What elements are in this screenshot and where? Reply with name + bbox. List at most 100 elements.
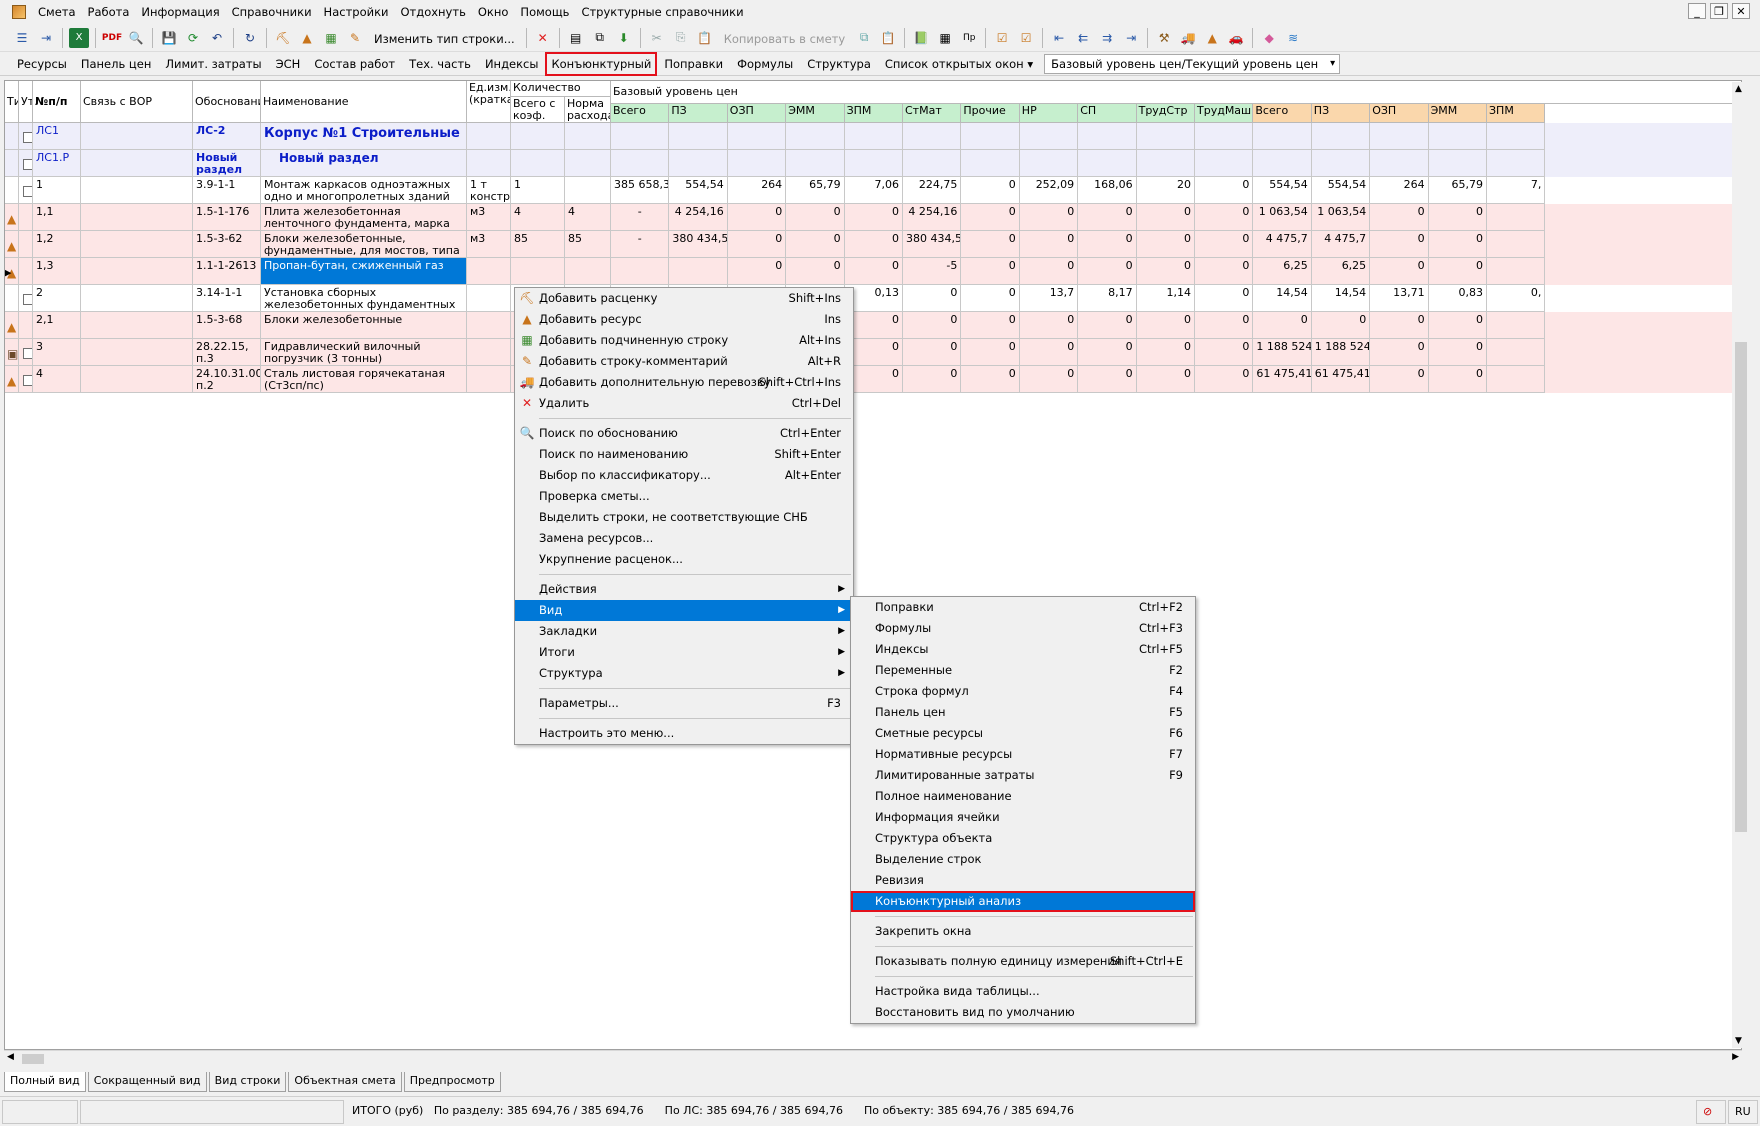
price-cell[interactable] — [1487, 366, 1546, 393]
norm-cell[interactable] — [565, 150, 611, 177]
redo-icon[interactable]: ↻ — [240, 28, 260, 48]
row-check-cell[interactable] — [19, 366, 33, 393]
norm-cell[interactable]: 85 — [565, 231, 611, 258]
row-check-cell[interactable] — [19, 150, 33, 177]
price-cell[interactable] — [1078, 150, 1137, 177]
menu-item[interactable]: Выделить строки, не соответствующие СНБ — [515, 507, 853, 528]
row-checkbox[interactable] — [23, 132, 32, 143]
minimize-icon[interactable]: _ — [1688, 3, 1706, 19]
price-cell[interactable]: 0 — [1078, 339, 1137, 366]
vor-link-cell[interactable] — [81, 312, 193, 339]
price-cell[interactable] — [1136, 123, 1195, 150]
price-cell[interactable]: 0 — [786, 231, 845, 258]
price-cell[interactable]: 0 — [961, 204, 1020, 231]
price-cell[interactable]: 0 — [1428, 258, 1487, 285]
table-icon[interactable]: ▦ — [935, 28, 955, 48]
price-cell[interactable]: 1 188 524,59 — [1311, 339, 1371, 366]
refresh-icon[interactable]: ⟳ — [183, 28, 203, 48]
row-number[interactable]: 1,2 — [33, 231, 81, 258]
row-checkbox[interactable] — [23, 294, 32, 305]
row-number[interactable]: ЛС1 — [33, 123, 81, 150]
menu-item[interactable]: Укрупнение расценок... — [515, 549, 853, 570]
price-cell[interactable] — [1428, 123, 1487, 150]
price-cell[interactable]: 0 — [1195, 339, 1254, 366]
vor-link-cell[interactable] — [81, 123, 193, 150]
menu-item[interactable]: Переменные F2 — [851, 660, 1195, 681]
change-row-type-button[interactable]: Изменить тип строки... — [367, 27, 522, 49]
price-cell[interactable]: 0 — [786, 258, 845, 285]
price-cell[interactable]: 0 — [1136, 312, 1195, 339]
row-type-cell[interactable]: ▲ — [5, 366, 19, 393]
menu-item[interactable]: Структура объекта — [851, 828, 1195, 849]
basis-cell[interactable]: 3.14-1-1 — [193, 285, 261, 312]
scroll-right-icon[interactable]: ▶ — [1732, 1052, 1739, 1062]
name-cell[interactable]: Пропан-бутан, сжиженный газ — [261, 258, 467, 285]
price-cell[interactable]: 14,54 — [1253, 285, 1312, 312]
copy-rows-icon[interactable]: ⧉ — [590, 28, 610, 48]
menu-item[interactable]: Закрепить окна — [851, 921, 1195, 942]
price-cell[interactable]: 0 — [961, 258, 1020, 285]
table-row[interactable]: ▲▶ 1,3 1.1-1-2613Пропан-бутан, сжиженный г… — [5, 258, 1741, 285]
price-cell[interactable]: 0 — [786, 204, 845, 231]
price-cell[interactable]: 0 — [1078, 204, 1137, 231]
price-cell[interactable]: 0 — [961, 312, 1020, 339]
price-column-header[interactable]: Прочие — [961, 104, 1020, 123]
menu-item[interactable]: Индексы Ctrl+F5 — [851, 639, 1195, 660]
price-column-header[interactable]: ЗПМ — [844, 104, 903, 123]
panel-button[interactable]: Поправки — [657, 52, 730, 76]
price-cell[interactable] — [1487, 258, 1546, 285]
panel-button[interactable]: Состав работ — [307, 52, 402, 76]
move-down-icon[interactable]: ⬇ — [614, 28, 634, 48]
norm-cell[interactable] — [565, 258, 611, 285]
save-icon[interactable]: 💾 — [159, 28, 179, 48]
price-cell[interactable]: 1 063,54 — [1253, 204, 1312, 231]
price-cell[interactable] — [1487, 231, 1546, 258]
price-cell[interactable]: 14,54 — [1311, 285, 1371, 312]
row-check-cell[interactable] — [19, 312, 33, 339]
price-cell[interactable]: 0 — [961, 231, 1020, 258]
price-cell[interactable]: 0 — [1078, 258, 1137, 285]
column-header[interactable]: №п/п — [33, 81, 81, 123]
price-cell[interactable]: 0 — [1428, 366, 1487, 393]
price-cell[interactable]: 0 — [1136, 366, 1195, 393]
table-row[interactable]: ▲ 1,1 1.5-1-176 Плита железобетонная ленточ… — [5, 204, 1741, 231]
price-column-header[interactable]: ПЗ — [1311, 104, 1371, 123]
add-resource-icon[interactable]: ▲ — [297, 28, 317, 48]
price-cell[interactable]: 0 — [1195, 312, 1254, 339]
column-header[interactable]: Обоснование — [193, 81, 261, 123]
price-cell[interactable]: 0 — [1370, 339, 1429, 366]
price-cell[interactable]: 0 — [844, 231, 903, 258]
price-cell[interactable]: 4 254,16 — [903, 204, 962, 231]
price-cell[interactable] — [1311, 123, 1371, 150]
row-check-cell[interactable] — [19, 177, 33, 204]
column-header[interactable]: Ед.изм. (краткая) — [467, 81, 511, 123]
price-cell[interactable]: 0 — [844, 204, 903, 231]
restore-icon[interactable]: ❐ — [1710, 3, 1728, 19]
price-column-header[interactable]: НР — [1019, 104, 1079, 123]
vor-link-cell[interactable] — [81, 177, 193, 204]
menu-item[interactable]: Информация ячейки — [851, 807, 1195, 828]
price-cell[interactable] — [611, 258, 670, 285]
price-cell[interactable]: 0 — [1195, 285, 1254, 312]
row-checkbox[interactable] — [23, 186, 32, 197]
price-cell[interactable]: 0 — [1428, 231, 1487, 258]
table-row[interactable]: ▣ 3 28.22.15, п.3 Гидравлический вилочный п… — [5, 339, 1741, 366]
qty-cell[interactable] — [511, 123, 565, 150]
calc-icon[interactable]: ▤ — [566, 28, 586, 48]
menu-item[interactable]: Поправки Ctrl+F2 — [851, 597, 1195, 618]
price-cell[interactable] — [1487, 204, 1546, 231]
row-type-cell[interactable]: ▲ — [5, 231, 19, 258]
menu-item[interactable]: Итоги ▶ — [515, 642, 853, 663]
vor-link-cell[interactable] — [81, 258, 193, 285]
price-cell[interactable]: 0 — [903, 312, 962, 339]
row-number[interactable]: 1,3 — [33, 258, 81, 285]
row-type-cell[interactable]: ▲▶ — [5, 258, 19, 285]
price-cell[interactable]: 8,17 — [1078, 285, 1137, 312]
price-column-header[interactable]: ПЗ — [669, 104, 728, 123]
horizontal-scrollbar[interactable]: ◀ ▶ — [4, 1050, 1742, 1066]
menu-item[interactable]: Настройка вида таблицы... — [851, 981, 1195, 1002]
price-cell[interactable]: 0 — [961, 339, 1020, 366]
table-row[interactable]: ЛС1 ЛС-2 Корпус №1 Строительные — [5, 123, 1741, 150]
price-cell[interactable] — [669, 258, 728, 285]
row-checkbox[interactable] — [23, 375, 32, 386]
